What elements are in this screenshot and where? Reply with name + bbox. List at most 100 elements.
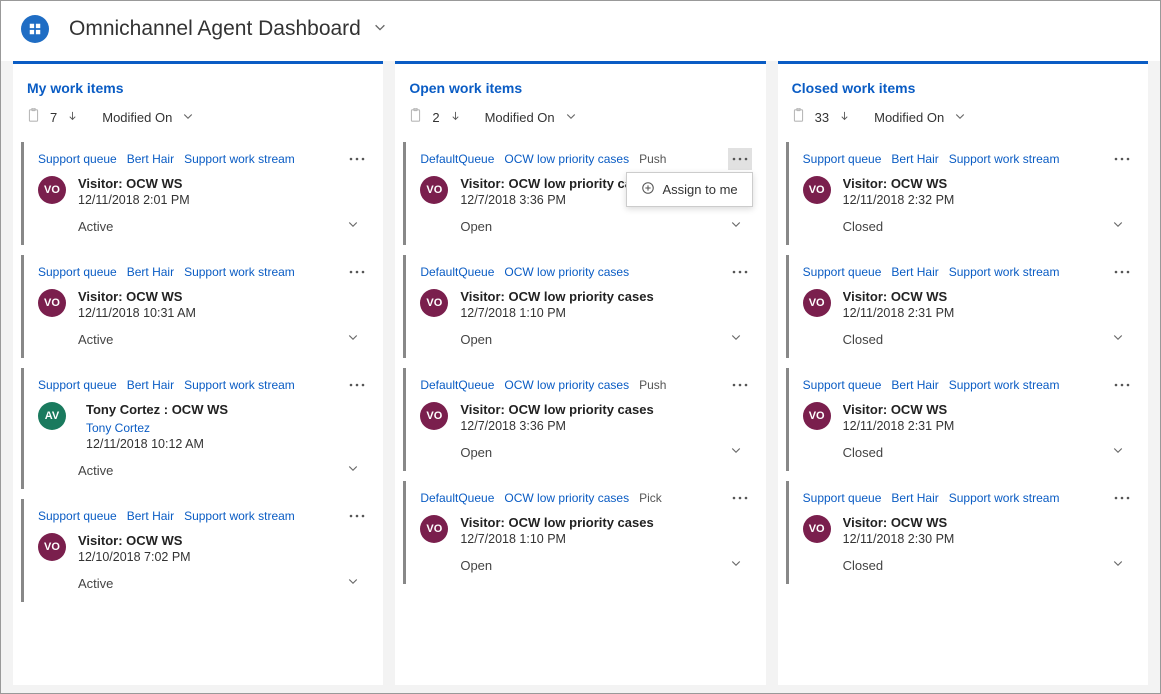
expand-chevron-icon[interactable]: [724, 215, 748, 237]
tag-link[interactable]: OCW low priority cases: [504, 265, 629, 279]
tag-text: Push: [639, 378, 666, 392]
plus-circle-icon: [641, 181, 655, 198]
sort-arrow-icon[interactable]: [839, 110, 850, 125]
tag-link[interactable]: OCW low priority cases: [504, 152, 629, 166]
more-button[interactable]: [345, 261, 369, 283]
tag-link[interactable]: Support queue: [803, 265, 882, 279]
work-item-card[interactable]: Support queue Bert Hair Support work strea…: [786, 481, 1140, 584]
expand-chevron-icon[interactable]: [1106, 554, 1130, 576]
work-item-card[interactable]: Support queue Bert Hair Support work strea…: [786, 368, 1140, 471]
more-button[interactable]: [728, 487, 752, 509]
tag-link[interactable]: OCW low priority cases: [504, 378, 629, 392]
expand-chevron-icon[interactable]: [1106, 441, 1130, 463]
sort-chevron-icon[interactable]: [954, 110, 966, 125]
avatar: VO: [38, 176, 66, 204]
tag-link[interactable]: Bert Hair: [127, 152, 174, 166]
tag-link[interactable]: Bert Hair: [127, 509, 174, 523]
assign-popover[interactable]: Assign to me: [626, 172, 753, 207]
sort-label[interactable]: Modified On: [874, 110, 944, 125]
tag-link[interactable]: Bert Hair: [891, 491, 938, 505]
status-text: Closed: [843, 558, 883, 573]
tag-link[interactable]: DefaultQueue: [420, 491, 494, 505]
more-button[interactable]: [728, 374, 752, 396]
more-button[interactable]: [1110, 261, 1134, 283]
avatar: AV: [38, 402, 66, 430]
work-item-card[interactable]: Support queue Bert Hair Support work strea…: [786, 255, 1140, 358]
tag-link[interactable]: Support queue: [38, 265, 117, 279]
tag-link[interactable]: Support work stream: [184, 378, 295, 392]
tag-link[interactable]: Support work stream: [184, 265, 295, 279]
status-row: Open: [420, 215, 747, 237]
card-title: Visitor: OCW WS: [843, 176, 1130, 191]
tag-link[interactable]: Support work stream: [949, 152, 1060, 166]
work-item-card[interactable]: DefaultQueueOCW low priority casesPush A…: [403, 142, 757, 245]
more-button[interactable]: [728, 261, 752, 283]
column-controls: 2 Modified On: [409, 108, 751, 126]
avatar: VO: [803, 515, 831, 543]
card-main: Visitor: OCW low priority cases 12/7/201…: [460, 289, 747, 320]
tag-link[interactable]: DefaultQueue: [420, 378, 494, 392]
work-item-card[interactable]: DefaultQueueOCW low priority casesPush V…: [403, 368, 757, 471]
card-date: 12/11/2018 10:31 AM: [78, 306, 365, 320]
tag-link[interactable]: Bert Hair: [127, 265, 174, 279]
tag-link[interactable]: Support work stream: [949, 265, 1060, 279]
expand-chevron-icon[interactable]: [1106, 328, 1130, 350]
tag-link[interactable]: Support work stream: [184, 152, 295, 166]
tag-link[interactable]: DefaultQueue: [420, 152, 494, 166]
work-item-card[interactable]: Support queue Bert Hair Support work strea…: [786, 142, 1140, 245]
sort-arrow-icon[interactable]: [450, 110, 461, 125]
card-date: 12/11/2018 2:31 PM: [843, 306, 1130, 320]
more-button[interactable]: [345, 505, 369, 527]
tag-link[interactable]: Support work stream: [949, 378, 1060, 392]
card-date: 12/7/2018 1:10 PM: [460, 532, 747, 546]
expand-chevron-icon[interactable]: [724, 441, 748, 463]
work-item-card[interactable]: Support queue Bert Hair Support work strea…: [21, 255, 375, 358]
column-0: My work items 7 Modified On Support queu…: [13, 61, 383, 685]
status-text: Active: [78, 463, 113, 478]
more-button[interactable]: [345, 148, 369, 170]
expand-chevron-icon[interactable]: [1106, 215, 1130, 237]
tag-link[interactable]: Bert Hair: [891, 265, 938, 279]
card-list: Support queue Bert Hair Support work strea…: [13, 134, 383, 602]
sort-arrow-icon[interactable]: [67, 110, 78, 125]
expand-chevron-icon[interactable]: [341, 215, 365, 237]
tag-link[interactable]: Bert Hair: [127, 378, 174, 392]
tag-link[interactable]: Support queue: [803, 152, 882, 166]
expand-chevron-icon[interactable]: [341, 572, 365, 594]
status-row: Closed: [803, 328, 1130, 350]
sort-label[interactable]: Modified On: [102, 110, 172, 125]
work-item-card[interactable]: Support queue Bert Hair Support work strea…: [21, 142, 375, 245]
tag-link[interactable]: Support work stream: [184, 509, 295, 523]
more-button[interactable]: [345, 374, 369, 396]
expand-chevron-icon[interactable]: [724, 554, 748, 576]
expand-chevron-icon[interactable]: [724, 328, 748, 350]
tag-link[interactable]: OCW low priority cases: [504, 491, 629, 505]
tag-link[interactable]: Support work stream: [949, 491, 1060, 505]
tag-link[interactable]: Support queue: [38, 152, 117, 166]
tag-link[interactable]: Support queue: [803, 491, 882, 505]
expand-chevron-icon[interactable]: [341, 328, 365, 350]
work-item-card[interactable]: DefaultQueueOCW low priority cases VO Vi…: [403, 255, 757, 358]
status-row: Closed: [803, 554, 1130, 576]
sort-chevron-icon[interactable]: [565, 110, 577, 125]
sort-chevron-icon[interactable]: [182, 110, 194, 125]
work-item-card[interactable]: DefaultQueueOCW low priority casesPick V…: [403, 481, 757, 584]
tag-link[interactable]: Support queue: [38, 378, 117, 392]
page-title: Omnichannel Agent Dashboard: [69, 17, 361, 41]
more-button[interactable]: [1110, 148, 1134, 170]
chevron-down-icon[interactable]: [373, 20, 387, 39]
more-button[interactable]: [1110, 487, 1134, 509]
work-item-card[interactable]: Support queue Bert Hair Support work strea…: [21, 368, 375, 489]
tag-link[interactable]: Bert Hair: [891, 378, 938, 392]
tag-link[interactable]: Support queue: [38, 509, 117, 523]
card-link[interactable]: Tony Cortez: [86, 421, 365, 435]
work-item-card[interactable]: Support queue Bert Hair Support work strea…: [21, 499, 375, 602]
tag-link[interactable]: DefaultQueue: [420, 265, 494, 279]
more-button[interactable]: [728, 148, 752, 170]
expand-chevron-icon[interactable]: [341, 459, 365, 481]
card-body: VO Visitor: OCW WS 12/11/2018 2:31 PM: [803, 289, 1130, 320]
tag-link[interactable]: Bert Hair: [891, 152, 938, 166]
sort-label[interactable]: Modified On: [485, 110, 555, 125]
more-button[interactable]: [1110, 374, 1134, 396]
tag-link[interactable]: Support queue: [803, 378, 882, 392]
